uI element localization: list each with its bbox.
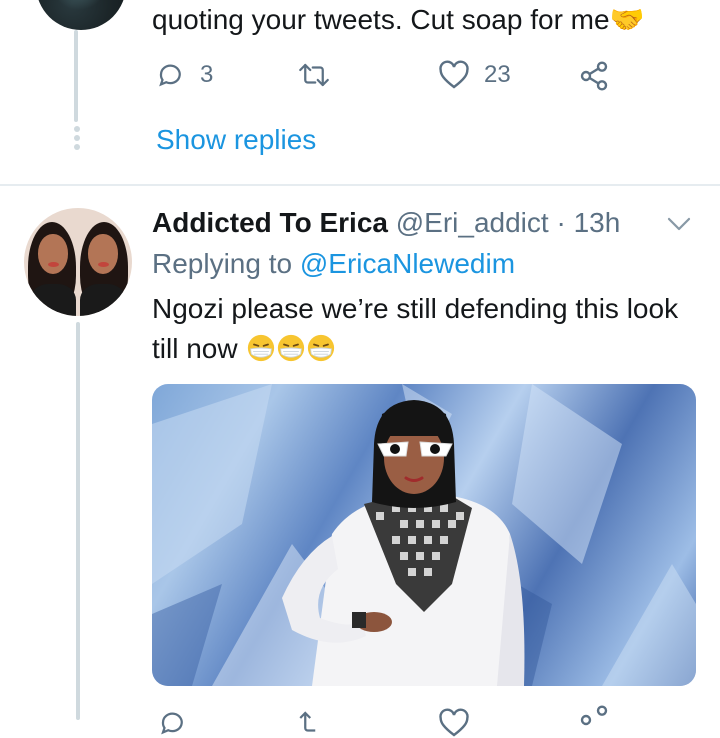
share-icon[interactable] [578,704,610,736]
face-with-medical-mask-icon [308,334,335,362]
tweet-header: Addicted To Erica @Eri_addict · 13h [152,203,620,243]
photo-illustration [152,384,696,686]
thread-connector-line [76,322,80,720]
tweet-menu-button[interactable] [664,212,694,241]
display-name[interactable]: Addicted To Erica [152,207,388,238]
previous-reply-count: 3 [200,61,214,88]
tweet-actions [152,700,692,737]
user-handle[interactable]: @Eri_addict [396,207,549,238]
replying-to-mention[interactable]: @EricaNlewedim [300,248,515,279]
avatar[interactable] [24,208,132,316]
replying-to-prefix: Replying to [152,248,300,279]
share-icon [580,61,608,91]
previous-like-action[interactable]: 23 [438,60,511,90]
previous-tweet-avatar[interactable] [36,0,126,30]
tweet-text: Ngozi please we’re still defending this … [152,289,692,373]
reply-icon [159,64,181,87]
tweet-time[interactable]: 13h [574,207,621,238]
like-icon [439,60,469,89]
replying-to-line: Replying to @EricaNlewedim [152,245,515,283]
chevron-down-icon [667,217,691,231]
previous-tweet-text: quoting your tweets. Cut soap for me🤝 [152,4,645,35]
thread-connector-line [74,30,78,122]
emoji-group [245,333,335,373]
face-with-medical-mask-icon [278,334,305,362]
reply-icon[interactable] [158,708,188,738]
tweet-body: Ngozi please we’re still defending this … [152,293,679,364]
like-icon[interactable] [438,708,470,738]
tweet-photo[interactable] [152,384,696,686]
face-with-medical-mask-icon [248,334,275,362]
header-separator: · [548,207,574,238]
thread-more-dots [72,126,82,153]
retweet-icon[interactable] [296,708,332,738]
previous-reply-action[interactable]: 3 [156,60,213,90]
previous-like-count: 23 [484,61,511,88]
tweet-divider [0,184,720,186]
retweet-icon [299,63,329,87]
previous-retweet-action[interactable] [296,60,332,90]
previous-share-action[interactable] [578,60,610,92]
show-replies-link[interactable]: Show replies [156,122,316,158]
